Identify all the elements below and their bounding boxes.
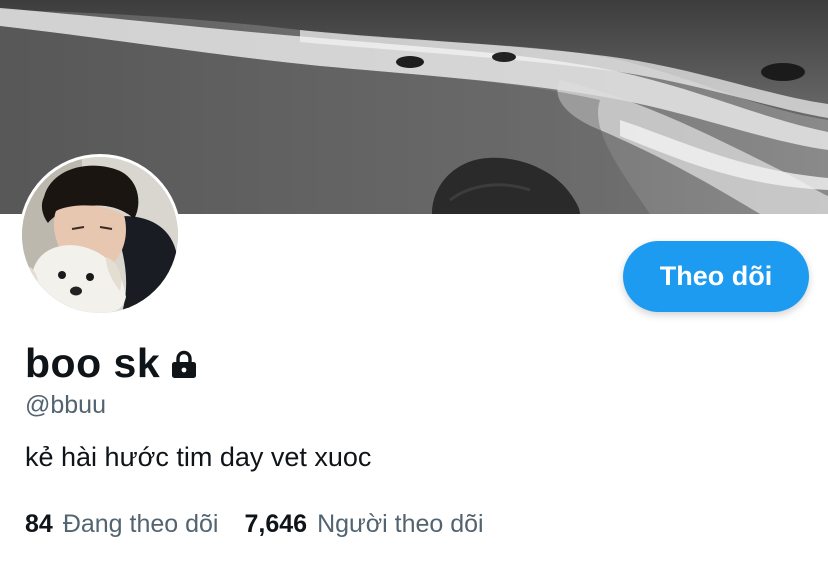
profile-handle: @bbuu — [25, 391, 106, 419]
followers-count: 7,646 — [244, 510, 308, 538]
avatar-image — [22, 157, 178, 313]
follow-button[interactable]: Theo dõi — [623, 241, 809, 312]
followers-stat[interactable]: 7,646 Người theo dõi — [245, 508, 484, 540]
followers-label: Người theo dõi — [317, 510, 484, 538]
profile-name-row: boo sk — [25, 339, 200, 387]
following-label: Đang theo dõi — [62, 510, 219, 538]
profile-stats: 84 Đang theo dõi 7,646 Người theo dõi — [25, 508, 484, 540]
profile-bio: kẻ hài hước tim day vet xuoc — [25, 442, 372, 472]
avatar[interactable] — [19, 154, 181, 316]
lock-icon — [168, 349, 200, 381]
following-stat[interactable]: 84 Đang theo dõi — [25, 508, 219, 540]
display-name: boo sk — [25, 340, 161, 386]
following-count: 84 — [25, 510, 53, 538]
